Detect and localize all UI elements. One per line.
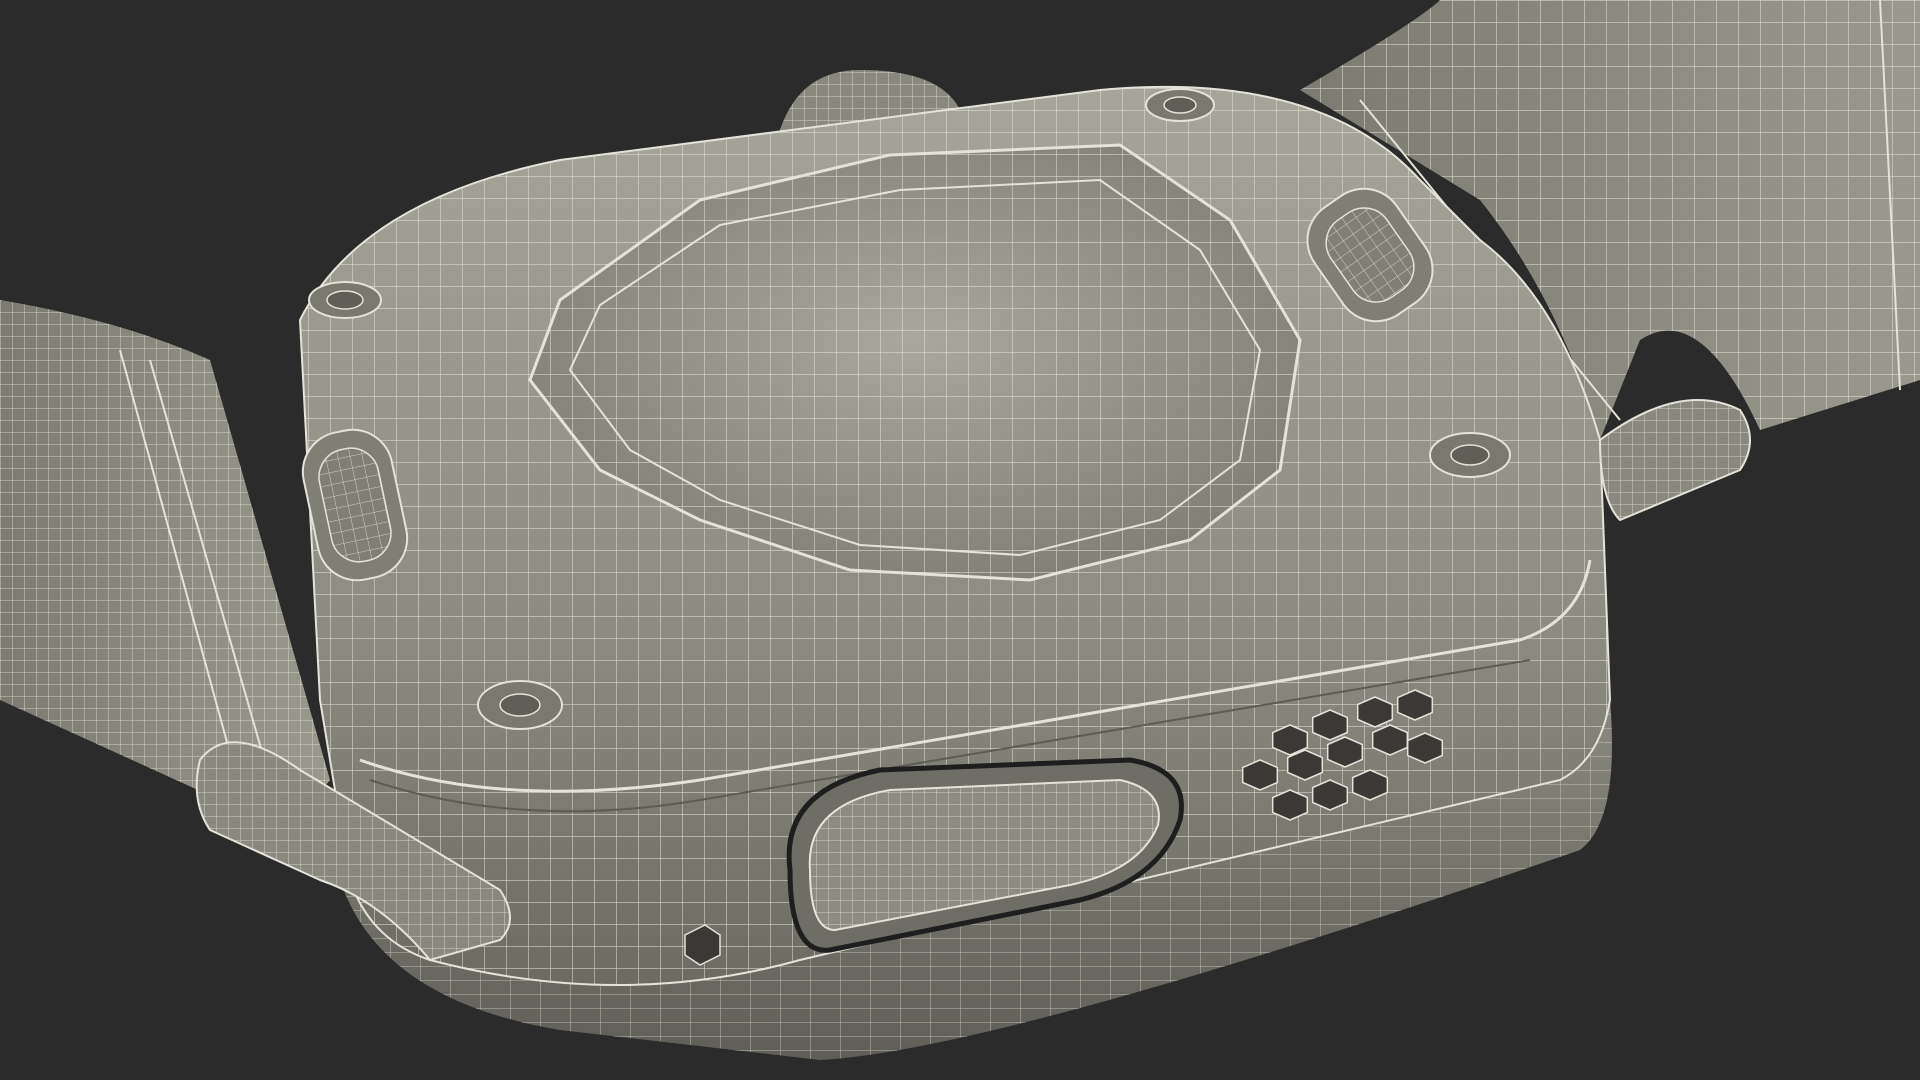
watch-wireframe-render xyxy=(0,0,1920,1080)
screw-top-left xyxy=(308,281,382,319)
grille-hole xyxy=(1396,689,1434,721)
screw-top-right xyxy=(1145,88,1215,122)
grille-hole xyxy=(1351,769,1389,801)
screw-bottom-left xyxy=(477,680,563,730)
grille-hole xyxy=(1271,789,1309,821)
grille-hole xyxy=(1286,749,1324,781)
grille-hole xyxy=(1326,736,1364,768)
wireframe-render-viewport xyxy=(0,0,1920,1080)
grille-hole xyxy=(1311,709,1349,741)
screw-bottom-right xyxy=(1429,432,1511,478)
grille-hole xyxy=(1241,759,1279,791)
grille-hole xyxy=(1406,732,1444,764)
grille-hole xyxy=(1311,779,1349,811)
grille-hole xyxy=(1371,724,1409,756)
grille-hole xyxy=(1356,696,1394,728)
